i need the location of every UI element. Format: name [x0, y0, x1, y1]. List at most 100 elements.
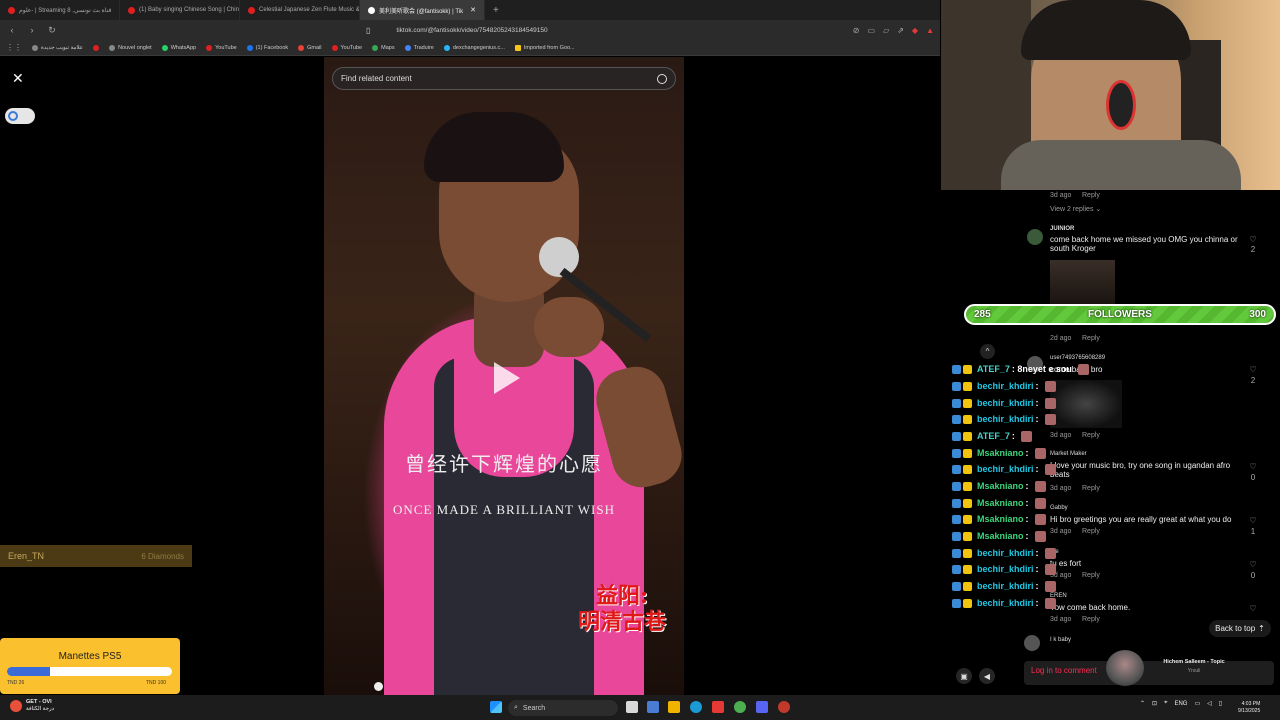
alert-icon[interactable]: ▲	[926, 26, 934, 35]
cast-icon[interactable]: ▱	[883, 26, 889, 35]
platform-badge-icon	[952, 448, 961, 458]
chat-text: :	[1011, 431, 1015, 441]
network-icon[interactable]: ⊡	[1152, 700, 1157, 707]
picture-in-picture-icon[interactable]: ▣	[956, 668, 972, 684]
comment-author[interactable]: Market Maker	[1050, 451, 1087, 457]
reply-button[interactable]: Reply	[1082, 616, 1100, 623]
reply-button[interactable]: Reply	[1082, 335, 1100, 342]
chat-username: bechir_khdiri	[977, 464, 1034, 474]
task-view-icon[interactable]	[626, 701, 638, 713]
comment-author[interactable]: user7493765608289	[1050, 355, 1105, 361]
chat-username: bechir_khdiri	[977, 381, 1034, 391]
comment-author[interactable]: I k baby	[1050, 637, 1071, 643]
new-tab-button[interactable]: +	[485, 5, 507, 16]
location-icon[interactable]: ⌖	[1164, 700, 1167, 707]
taskbar-search[interactable]: ⌕ Search	[508, 700, 618, 716]
reply-button[interactable]: Reply	[1082, 192, 1100, 199]
bookmark-item[interactable]: (1) Facebook	[246, 44, 288, 51]
comment-time: 3d ago	[1050, 528, 1072, 535]
bookmark-item[interactable]: Maps	[372, 44, 395, 51]
like-icon[interactable]: ♡	[1247, 604, 1259, 613]
close-tab-icon[interactable]: ✕	[470, 6, 476, 14]
language-indicator[interactable]: ENG	[1174, 701, 1187, 707]
tab-1[interactable]: (1) Baby singing Chinese Song | Chin	[120, 0, 240, 20]
chevron-up-icon[interactable]: ⌃	[1140, 700, 1145, 707]
bookmark-item[interactable]: Gmail	[298, 44, 322, 51]
find-related-search-input[interactable]: Find related content	[332, 67, 676, 90]
bookmark-item[interactable]: Imported from Goo...	[514, 44, 575, 51]
like-icon[interactable]: ♡	[1247, 235, 1259, 244]
discord-icon[interactable]	[756, 701, 768, 713]
back-to-top-button[interactable]: Back to top ⇡	[1209, 620, 1271, 637]
comment-text: Yow come back home.	[1050, 603, 1131, 612]
bookmark-page-icon[interactable]: ▯	[366, 26, 370, 35]
chat-text: :	[1025, 531, 1029, 541]
comment-author[interactable]: Gabby	[1050, 505, 1068, 511]
windows-start-icon[interactable]	[490, 701, 502, 713]
login-to-comment-link[interactable]: Log in to comment	[1031, 666, 1097, 675]
brave-icon[interactable]	[712, 701, 724, 713]
view-replies-button[interactable]: View 2 replies ⌄	[1050, 205, 1101, 213]
back-icon[interactable]: ‹	[6, 25, 18, 35]
comment-author[interactable]: JUINIOR	[1050, 226, 1074, 232]
bookmark-item[interactable]: YouTube	[206, 44, 237, 51]
search-icon[interactable]	[657, 73, 667, 84]
obs-icon[interactable]	[778, 701, 790, 713]
widgets-icon[interactable]	[647, 701, 659, 713]
battery-icon[interactable]: ▯	[1219, 700, 1222, 707]
headset-icon	[1106, 80, 1136, 130]
avatar[interactable]	[1024, 635, 1040, 651]
tab-2[interactable]: Celestial Japanese Zen Flute Music &	[240, 0, 360, 20]
chrome-icon[interactable]	[734, 701, 746, 713]
file-explorer-icon[interactable]	[668, 701, 680, 713]
close-icon[interactable]: ✕	[12, 70, 24, 87]
like-icon[interactable]: ♡	[1247, 516, 1259, 525]
install-icon[interactable]: ▭	[868, 26, 876, 35]
scroll-up-icon[interactable]: ^	[980, 344, 995, 359]
chat-text: :	[1035, 548, 1039, 558]
like-icon[interactable]: ♡	[1247, 365, 1259, 374]
tab-3-active[interactable]: 美利美听歌会 (@fantisokk) | Tik ✕	[360, 0, 485, 20]
chat-username: bechir_khdiri	[977, 598, 1034, 608]
forward-icon[interactable]: ›	[26, 25, 38, 35]
emote-icon	[1034, 497, 1046, 509]
bookmark-item[interactable]	[93, 44, 100, 51]
edge-icon[interactable]	[690, 701, 702, 713]
eye-off-icon[interactable]: ⊘	[853, 26, 860, 35]
reply-button[interactable]: Reply	[1082, 485, 1100, 492]
like-icon[interactable]: ♡	[1247, 560, 1259, 569]
subscriber-badge-icon	[963, 531, 972, 541]
url-field[interactable]: ▯ tiktok.com/@fantisokk/video/7548205243…	[366, 23, 726, 37]
reload-icon[interactable]: ↻	[46, 25, 58, 36]
bookmark-item[interactable]: WhatsApp	[161, 44, 196, 51]
apps-icon[interactable]: ⋮⋮	[6, 43, 22, 52]
volume-icon[interactable]: ◀	[979, 668, 995, 684]
reply-button[interactable]: Reply	[1082, 572, 1100, 579]
share-icon[interactable]: ⇗	[897, 26, 904, 35]
bookmark-item[interactable]: Traduire	[404, 44, 434, 51]
bookmark-item[interactable]: dexchangegenius.c...	[443, 44, 505, 51]
tab-bar: علوم- | Streaming 8 ,قناة بث تونسي (1) B…	[0, 0, 940, 20]
chat-message: bechir_khdiri :	[952, 596, 1056, 610]
tab-0[interactable]: علوم- | Streaming 8 ,قناة بث تونسي	[0, 0, 120, 20]
comment-image[interactable]	[1050, 380, 1122, 428]
chat-message: bechir_khdiri :	[952, 579, 1056, 593]
display-icon[interactable]: ▭	[1194, 700, 1200, 707]
seek-handle[interactable]	[374, 682, 383, 691]
bookmark-item[interactable]: Nouvel onglet	[109, 44, 152, 51]
extension-icon[interactable]: ◆	[912, 26, 918, 35]
clock[interactable]: 4:03 PM 9/13/2025	[1238, 701, 1260, 715]
weather-subtitle: درجة الكثافة	[26, 706, 55, 712]
autoscroll-toggle[interactable]	[5, 108, 35, 124]
like-icon[interactable]: ♡	[1247, 462, 1259, 471]
reply-button[interactable]: Reply	[1082, 528, 1100, 535]
bookmark-item[interactable]: YouTube	[331, 44, 362, 51]
reply-button[interactable]: Reply	[1082, 432, 1100, 439]
comment-image[interactable]	[1050, 260, 1115, 304]
speaker-icon[interactable]: ◁	[1207, 700, 1212, 707]
play-icon[interactable]	[494, 362, 520, 394]
bookmark-item[interactable]: علامة تبويب جديدة	[32, 44, 83, 51]
weather-widget[interactable]: GET - OVI درجة الكثافة	[10, 699, 54, 713]
emote-icon	[1020, 430, 1032, 442]
avatar[interactable]	[1027, 229, 1043, 245]
